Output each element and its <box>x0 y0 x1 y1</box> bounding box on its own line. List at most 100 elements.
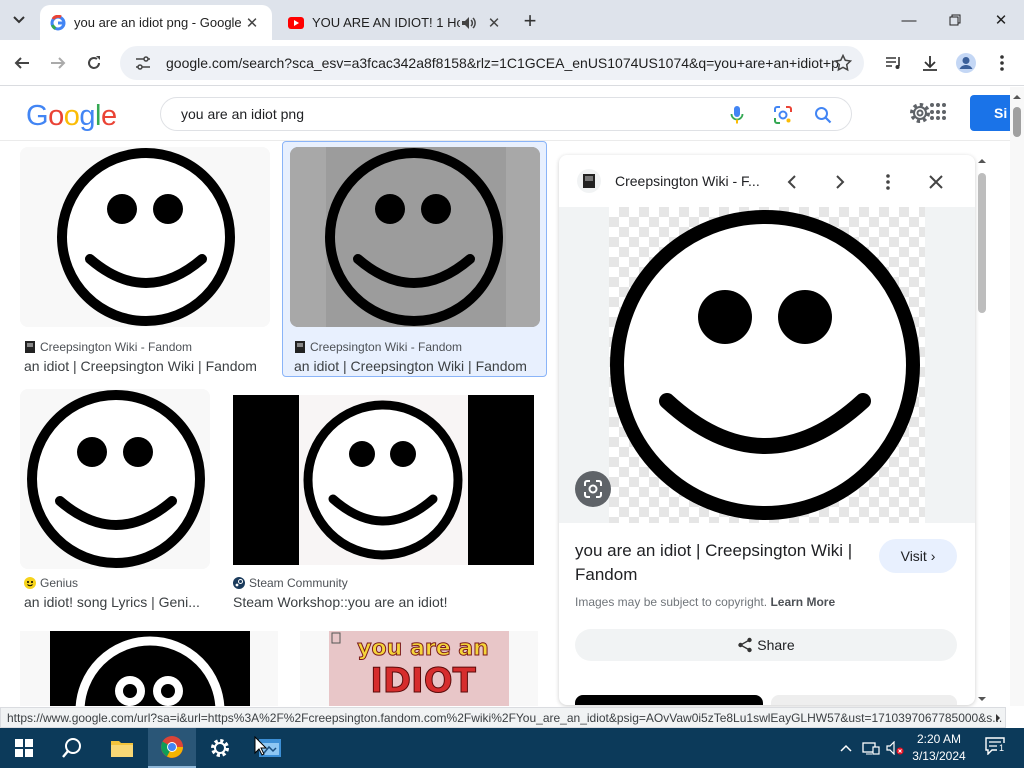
google-g-icon <box>50 14 66 31</box>
lens-search-button[interactable] <box>575 471 611 507</box>
smiley-thumbnail[interactable] <box>20 631 278 706</box>
fandom-site-icon <box>294 341 306 353</box>
panel-header: Creepsington Wiki - F... <box>559 155 975 207</box>
chevron-right-icon: › <box>930 548 936 564</box>
taskbar-clock[interactable]: 2:20 AM 3/13/2024 <box>904 731 974 765</box>
tab-youtube[interactable]: YOU ARE AN IDIOT! 1 Hour ✕ <box>278 5 514 40</box>
smiley-thumbnail[interactable] <box>20 147 270 327</box>
result-source: Creepsington Wiki - Fandom <box>24 340 192 354</box>
chrome-icon <box>161 736 183 758</box>
url-text: google.com/search?sca_esv=a3fcac342a8f81… <box>166 55 838 71</box>
sign-in-button[interactable]: Si <box>970 95 1010 131</box>
apps-grid-icon[interactable] <box>930 103 948 121</box>
reload-button[interactable] <box>80 49 108 77</box>
result-title[interactable]: Steam Workshop::you are an idiot! <box>233 594 538 610</box>
profile-avatar-icon[interactable] <box>954 51 978 75</box>
forward-button[interactable] <box>44 49 72 77</box>
tab-search-button[interactable] <box>6 8 32 32</box>
volume-muted-icon[interactable] <box>884 738 906 758</box>
search-icon[interactable] <box>811 104 835 126</box>
clock-time: 2:20 AM <box>916 732 962 746</box>
minimize-button[interactable]: — <box>886 0 932 40</box>
google-logo[interactable]: Google <box>26 100 117 133</box>
related-image-thumbnail[interactable] <box>771 695 957 705</box>
taskbar-search-button[interactable] <box>48 728 96 768</box>
download-icon[interactable] <box>918 51 942 75</box>
scroll-right-icon[interactable] <box>990 709 1006 727</box>
copyright-text: Images may be subject to copyright. <box>575 595 768 609</box>
more-options-button[interactable] <box>875 169 901 195</box>
new-tab-button[interactable]: + <box>518 8 542 33</box>
preview-image[interactable] <box>559 207 975 523</box>
tab-close-icon[interactable]: ✕ <box>242 13 262 33</box>
link-status-bar: https://www.google.com/url?sa=i&url=http… <box>0 707 1006 728</box>
smiley-thumbnail[interactable] <box>233 395 534 565</box>
result-source-text: Creepsington Wiki - Fandom <box>310 340 463 354</box>
address-bar[interactable]: google.com/search?sca_esv=a3fcac342a8f81… <box>120 46 864 80</box>
google-lens-icon[interactable] <box>771 104 795 126</box>
smiley-thumbnail[interactable] <box>290 147 540 327</box>
result-source-text: Creepsington Wiki - Fandom <box>40 340 193 354</box>
result-title[interactable]: an idiot | Creepsington Wiki | Fandom <box>294 358 544 374</box>
start-button[interactable] <box>0 728 48 768</box>
image-results-grid: Creepsington Wiki - Fandom an idiot | Cr… <box>0 141 555 706</box>
image-result-card[interactable]: Creepsington Wiki - Fandom an idiot | Cr… <box>20 147 270 377</box>
smiley-thumbnail[interactable] <box>20 389 210 569</box>
page-scrollbar[interactable] <box>1010 87 1024 706</box>
speaker-icon[interactable] <box>460 15 478 31</box>
related-image-thumbnail[interactable] <box>575 695 763 705</box>
close-panel-button[interactable] <box>923 169 949 195</box>
visit-button[interactable]: Visit › <box>879 539 957 573</box>
chevron-down-icon <box>13 16 25 24</box>
folder-icon <box>111 741 133 757</box>
search-box[interactable]: you are an idiot png <box>160 97 852 131</box>
windows-logo-icon <box>15 739 33 757</box>
media-control-icon[interactable] <box>882 51 906 75</box>
panel-title[interactable]: you are an idiot | Creepsington Wiki | F… <box>575 539 871 587</box>
settings-taskbar-button[interactable] <box>196 728 244 768</box>
result-title[interactable]: an idiot! song Lyrics | Geni... <box>24 594 214 610</box>
browser-titlebar: you are an idiot png - Google S ✕ YOU AR… <box>0 0 1024 40</box>
notification-center-icon[interactable]: 1 <box>982 736 1008 756</box>
image-result-card[interactable]: Genius an idiot! song Lyrics | Geni... <box>20 389 220 611</box>
you-are-an-idiot-thumbnail[interactable]: you are an IDIOT <box>300 631 538 706</box>
result-source-text: Genius <box>40 576 79 590</box>
close-window-button[interactable]: ✕ <box>978 0 1024 40</box>
tab-close-icon[interactable]: ✕ <box>484 13 504 33</box>
result-source: Creepsington Wiki - Fandom <box>294 340 462 354</box>
google-header: Google you are an idiot png Si <box>0 87 1010 141</box>
smiley-preview <box>610 210 920 520</box>
result-title[interactable]: an idiot | Creepsington Wiki | Fandom <box>24 358 274 374</box>
tray-chevron-up-icon[interactable] <box>836 738 856 758</box>
bookmark-star-icon[interactable] <box>832 52 854 74</box>
back-button[interactable] <box>8 49 36 77</box>
microphone-icon[interactable] <box>725 104 749 126</box>
previous-image-button[interactable] <box>779 169 805 195</box>
panel-source[interactable]: Creepsington Wiki - F... <box>615 173 760 189</box>
fandom-site-icon <box>24 341 36 353</box>
tab-google-search[interactable]: you are an idiot png - Google S ✕ <box>40 5 272 40</box>
share-button[interactable]: Share <box>575 629 957 661</box>
close-icon <box>929 175 943 189</box>
learn-more-link[interactable]: Learn More <box>770 595 835 609</box>
gear-icon[interactable] <box>908 101 932 125</box>
result-source-text: Steam Community <box>249 576 348 590</box>
browser-toolbar: google.com/search?sca_esv=a3fcac342a8f81… <box>0 40 1024 86</box>
image-result-card[interactable]: Steam Community Steam Workshop::you are … <box>233 389 538 611</box>
clock-date: 3/13/2024 <box>912 749 966 763</box>
network-icon[interactable] <box>860 738 882 758</box>
search-input[interactable]: you are an idiot png <box>181 106 851 122</box>
next-image-button[interactable] <box>827 169 853 195</box>
gear-icon <box>211 739 229 757</box>
image-result-card[interactable]: you are an IDIOT <box>300 624 538 706</box>
windows-taskbar: 2:20 AM 3/13/2024 1 <box>0 728 1024 768</box>
file-explorer-button[interactable] <box>98 728 146 768</box>
panel-scrollbar[interactable] <box>975 155 989 705</box>
image-result-card[interactable] <box>20 624 278 706</box>
tab-title: YOU ARE AN IDIOT! 1 Hour <box>312 15 460 30</box>
site-info-icon[interactable] <box>132 52 154 74</box>
maximize-button[interactable] <box>932 0 978 40</box>
more-menu-icon[interactable] <box>990 51 1014 75</box>
chrome-taskbar-button[interactable] <box>148 728 196 768</box>
image-result-card-selected[interactable]: Creepsington Wiki - Fandom an idiot | Cr… <box>290 147 540 377</box>
